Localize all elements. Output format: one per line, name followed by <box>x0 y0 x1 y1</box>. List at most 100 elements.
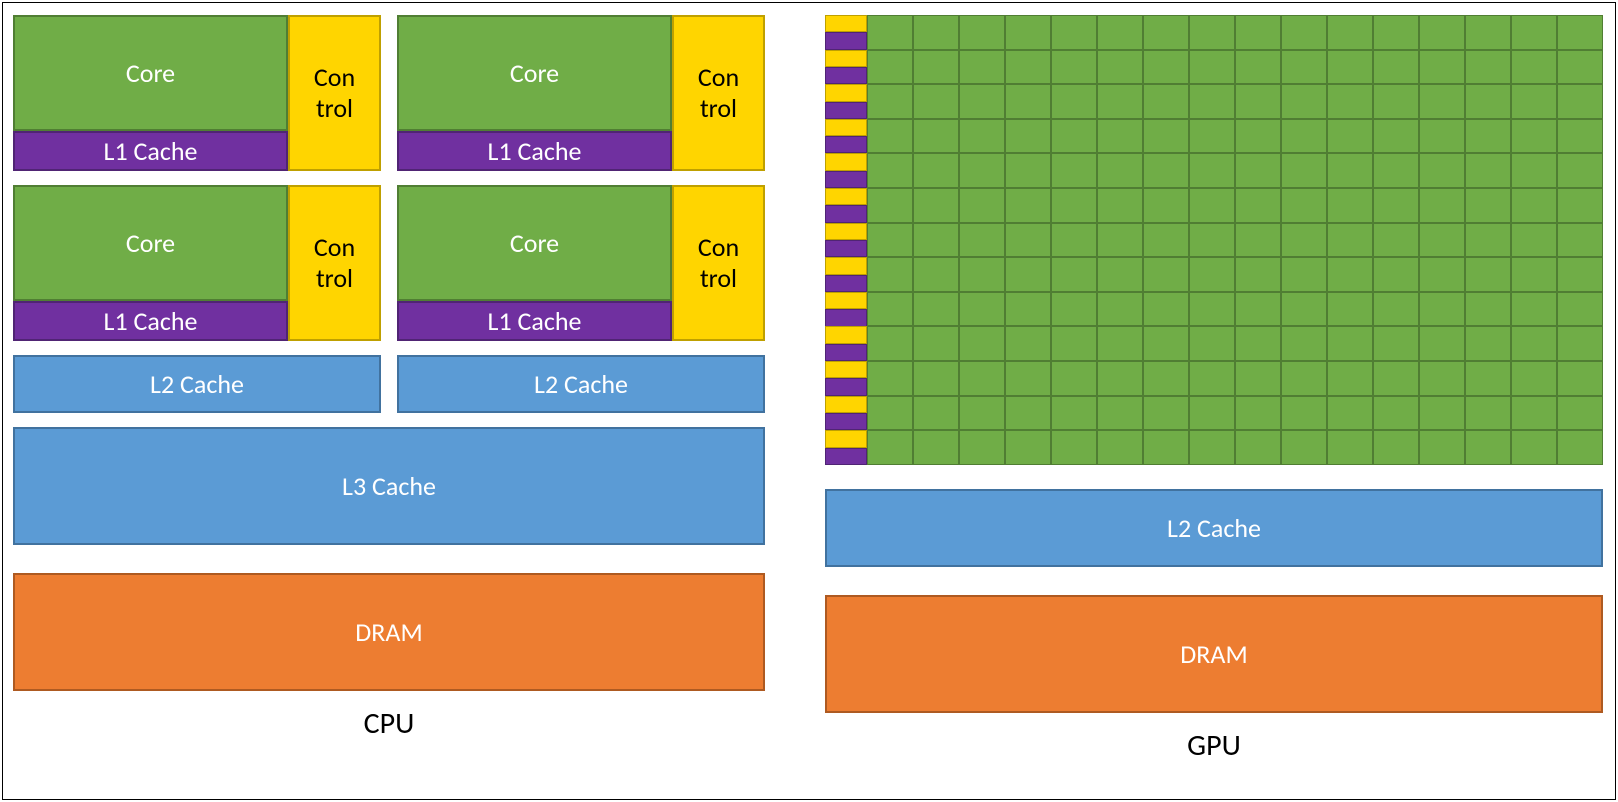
diagram-frame: Core L1 Cache Control Core L1 Cache Cont… <box>2 2 1616 800</box>
gpu-core-cell <box>913 15 959 50</box>
gpu-core-cell <box>1005 223 1051 258</box>
gpu-core-cell <box>1419 430 1465 465</box>
core-block: Core <box>397 185 672 301</box>
control-block: Control <box>288 15 381 171</box>
gpu-control-stripe <box>825 50 867 85</box>
cpu-core-unit: Core L1 Cache Control <box>397 185 765 341</box>
gpu-core-cell <box>1051 257 1097 292</box>
gpu-core-cell <box>913 153 959 188</box>
gpu-core-cell <box>1143 119 1189 154</box>
gpu-core-cell <box>1419 361 1465 396</box>
gpu-core-cell <box>1097 119 1143 154</box>
gpu-core-cell <box>867 223 913 258</box>
core-block: Core <box>13 185 288 301</box>
gpu-core-cell <box>1143 153 1189 188</box>
gpu-l1-cell <box>825 67 867 84</box>
gpu-core-cell <box>1097 223 1143 258</box>
cpu-core-row-1: Core L1 Cache Control Core L1 Cache Cont… <box>13 15 765 171</box>
gpu-row <box>825 15 1603 50</box>
control-block: Control <box>672 185 765 341</box>
gpu-l1-cell <box>825 309 867 326</box>
gpu-core-cell <box>1373 223 1419 258</box>
gpu-core-cell <box>959 326 1005 361</box>
gpu-control-cell <box>825 326 867 343</box>
gpu-core-cell <box>959 153 1005 188</box>
gpu-core-cell <box>1143 15 1189 50</box>
gpu-core-cell <box>1097 326 1143 361</box>
gpu-core-cell <box>1051 188 1097 223</box>
gpu-core-cell <box>1327 50 1373 85</box>
gpu-core-cell <box>959 50 1005 85</box>
gpu-core-cell <box>1557 257 1603 292</box>
control-label: Control <box>698 232 739 294</box>
gpu-core-cell <box>1235 257 1281 292</box>
gpu-core-cell <box>913 223 959 258</box>
gpu-core-cell <box>1557 396 1603 431</box>
gpu-core-cell <box>1373 326 1419 361</box>
gpu-l2-cache-block: L2 Cache <box>825 489 1603 567</box>
gpu-core-cell <box>1511 119 1557 154</box>
gpu-core-cell <box>1051 361 1097 396</box>
gpu-control-stripe <box>825 188 867 223</box>
gpu-core-cell <box>1465 361 1511 396</box>
gpu-core-cell <box>1281 396 1327 431</box>
gpu-core-cell <box>1557 188 1603 223</box>
gpu-core-cell <box>1143 223 1189 258</box>
gpu-core-grid <box>825 15 1603 465</box>
gpu-core-cell <box>1465 396 1511 431</box>
gpu-core-cell <box>959 15 1005 50</box>
gpu-core-cell <box>1189 430 1235 465</box>
gpu-core-cell <box>867 15 913 50</box>
gpu-control-stripe <box>825 361 867 396</box>
gpu-core-cell <box>1281 361 1327 396</box>
gpu-core-cell <box>1051 292 1097 327</box>
gpu-core-cell <box>1419 257 1465 292</box>
gpu-core-cell <box>1373 15 1419 50</box>
gpu-core-cell <box>1051 15 1097 50</box>
gpu-core-cell <box>1051 50 1097 85</box>
gpu-core-cell <box>1419 292 1465 327</box>
core-block: Core <box>13 15 288 131</box>
gpu-core-cell <box>1051 84 1097 119</box>
gpu-core-cell <box>1327 257 1373 292</box>
control-label: Control <box>314 62 355 124</box>
gpu-title: GPU <box>825 727 1603 764</box>
cpu-section: Core L1 Cache Control Core L1 Cache Cont… <box>13 15 765 742</box>
gpu-core-cell <box>959 84 1005 119</box>
gpu-l1-cell <box>825 205 867 222</box>
gpu-core-cell <box>913 84 959 119</box>
gpu-core-cell <box>1005 396 1051 431</box>
gpu-core-cell <box>1557 15 1603 50</box>
gpu-core-cell <box>1143 84 1189 119</box>
gpu-core-cell <box>867 119 913 154</box>
gpu-core-cell <box>1511 188 1557 223</box>
gpu-core-cell <box>1327 292 1373 327</box>
gpu-core-cell <box>1235 50 1281 85</box>
gpu-core-cell <box>1005 257 1051 292</box>
gpu-core-cell <box>959 188 1005 223</box>
gpu-core-cell <box>1511 15 1557 50</box>
gpu-core-cell <box>1189 257 1235 292</box>
gpu-core-cell <box>1097 430 1143 465</box>
gpu-core-cell <box>1465 188 1511 223</box>
gpu-control-stripe <box>825 153 867 188</box>
gpu-control-stripe <box>825 396 867 431</box>
l2-cache-block: L2 Cache <box>397 355 765 413</box>
cpu-core-unit: Core L1 Cache Control <box>13 15 381 171</box>
gpu-core-cell <box>1051 119 1097 154</box>
gpu-row <box>825 396 1603 431</box>
gpu-core-cell <box>1235 292 1281 327</box>
gpu-core-cell <box>1419 50 1465 85</box>
gpu-core-cell <box>1189 119 1235 154</box>
gpu-core-cell <box>1235 15 1281 50</box>
gpu-core-cell <box>1189 50 1235 85</box>
gpu-l1-cell <box>825 275 867 292</box>
gpu-core-cell <box>913 326 959 361</box>
gpu-core-cell <box>959 292 1005 327</box>
gpu-core-cell <box>1097 396 1143 431</box>
gpu-core-cell <box>913 430 959 465</box>
gpu-core-cell <box>1143 292 1189 327</box>
gpu-core-cell <box>1235 223 1281 258</box>
l1-cache-block: L1 Cache <box>397 301 672 341</box>
gpu-core-cell <box>1281 153 1327 188</box>
